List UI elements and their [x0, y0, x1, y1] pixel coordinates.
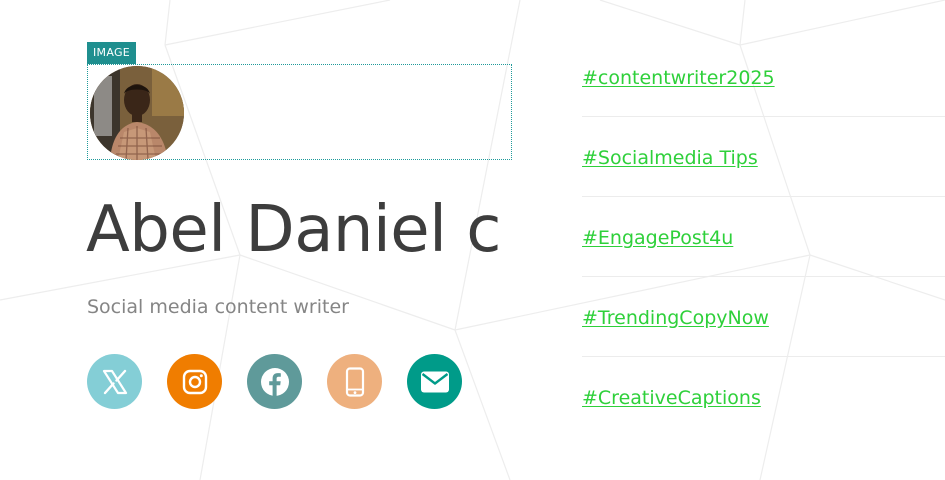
hashtag-link[interactable]: #Socialmedia Tips — [582, 145, 758, 171]
x-twitter-link[interactable] — [87, 354, 142, 409]
social-links — [87, 354, 462, 410]
x-twitter-icon — [102, 369, 127, 394]
hashtag-link[interactable]: #EngagePost4u — [582, 225, 733, 251]
list-item: #Socialmedia Tips — [582, 117, 945, 197]
image-block[interactable] — [87, 64, 512, 160]
list-item: #TrendingCopyNow — [582, 277, 945, 357]
hashtag-list: #contentwriter2025 #Socialmedia Tips #En… — [582, 37, 945, 437]
list-item: #EngagePost4u — [582, 197, 945, 277]
avatar-photo — [90, 66, 184, 160]
profile-name: Abel Daniel c — [86, 193, 501, 267]
list-item: #contentwriter2025 — [582, 37, 945, 117]
facebook-icon — [260, 367, 289, 396]
list-item: #CreativeCaptions — [582, 357, 945, 437]
email-link[interactable] — [407, 354, 462, 409]
profile-subtitle: Social media content writer — [87, 296, 349, 318]
instagram-link[interactable] — [167, 354, 222, 409]
phone-link[interactable] — [327, 354, 382, 409]
hashtag-link[interactable]: #contentwriter2025 — [582, 65, 775, 91]
hashtag-link[interactable]: #TrendingCopyNow — [582, 305, 769, 331]
image-block-label: IMAGE — [87, 42, 137, 64]
phone-icon — [345, 366, 364, 397]
profile-page: IMAGE Abel Daniel c Social media content… — [0, 0, 945, 480]
instagram-icon — [182, 369, 207, 394]
facebook-link[interactable] — [247, 354, 302, 409]
avatar — [90, 66, 184, 160]
hashtag-link[interactable]: #CreativeCaptions — [582, 385, 761, 411]
email-icon — [420, 371, 449, 392]
